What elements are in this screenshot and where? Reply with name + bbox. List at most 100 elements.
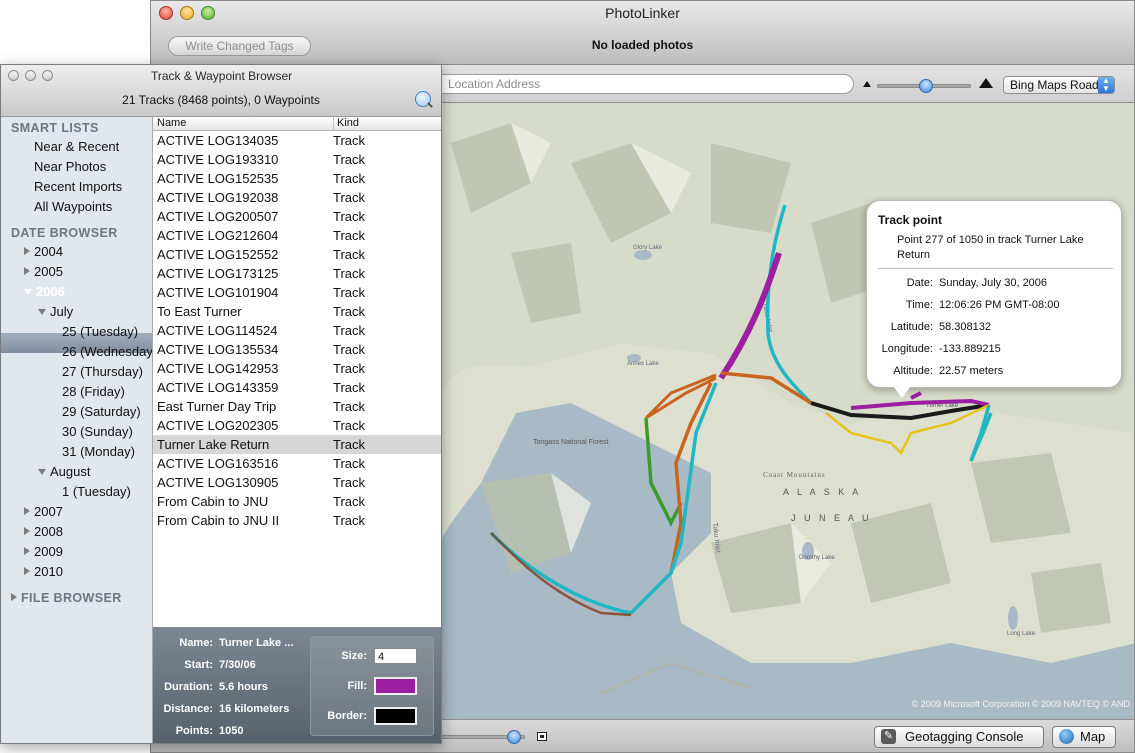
- date-browser-heading: DATE BROWSER: [11, 226, 118, 240]
- track-name: To East Turner: [157, 304, 242, 319]
- track-table: Name Kind ACTIVE LOG134035 Track ACTIVE L…: [153, 117, 441, 627]
- disclosure-right-icon[interactable]: [24, 547, 30, 555]
- zoom-slider-knob[interactable]: [919, 79, 933, 93]
- day-item[interactable]: 25 (Tuesday): [62, 324, 138, 339]
- year-2010-item[interactable]: 2010: [24, 564, 63, 579]
- year-2006-item[interactable]: 2006: [24, 284, 65, 299]
- long-lake: [1008, 606, 1018, 630]
- file-browser-heading[interactable]: FILE BROWSER: [11, 591, 122, 605]
- photo-status-text: No loaded photos: [591, 38, 694, 52]
- smart-list-near-recent[interactable]: Near & Recent: [34, 139, 119, 154]
- smart-list-recent-imports[interactable]: Recent Imports: [34, 179, 122, 194]
- annex-lake-label: Annex Lake: [627, 361, 659, 367]
- month-july-item[interactable]: July: [38, 304, 73, 319]
- table-row[interactable]: ACTIVE LOG134035 Track: [153, 131, 441, 150]
- track-kind: Track: [333, 190, 366, 205]
- track-name: ACTIVE LOG173125: [157, 266, 279, 281]
- track-kind: Track: [333, 304, 366, 319]
- browser-close-button[interactable]: [8, 70, 19, 81]
- disclosure-down-icon[interactable]: [24, 289, 32, 295]
- file-browser-label: FILE BROWSER: [21, 591, 122, 605]
- map-zoom-slider[interactable]: [877, 79, 971, 93]
- location-address-input[interactable]: Location Address: [421, 74, 854, 94]
- column-header-name[interactable]: Name: [157, 117, 186, 130]
- smart-list-all-waypoints[interactable]: All Waypoints: [34, 199, 112, 214]
- table-row[interactable]: ACTIVE LOG173125 Track: [153, 264, 441, 283]
- track-kind: Track: [333, 152, 366, 167]
- disclosure-right-icon[interactable]: [24, 247, 30, 255]
- smart-list-near-photos[interactable]: Near Photos: [34, 159, 106, 174]
- month-august-item[interactable]: August: [38, 464, 90, 479]
- track-name: ACTIVE LOG134035: [157, 133, 279, 148]
- table-row[interactable]: ACTIVE LOG193310 Track: [153, 150, 441, 169]
- disclosure-right-icon[interactable]: [24, 527, 30, 535]
- table-row[interactable]: ACTIVE LOG135534 Track: [153, 340, 441, 359]
- map-type-select[interactable]: Bing Maps Road ▲ ▼: [1003, 76, 1115, 94]
- year-2004-item[interactable]: 2004: [24, 244, 63, 259]
- browser-minimize-button[interactable]: [25, 70, 36, 81]
- day-item[interactable]: 29 (Saturday): [62, 404, 141, 419]
- day-item[interactable]: 31 (Monday): [62, 444, 135, 459]
- coast-mountains-label: Coast Mountains: [763, 471, 826, 479]
- table-row[interactable]: ACTIVE LOG202305 Track: [153, 416, 441, 435]
- year-2008-item[interactable]: 2008: [24, 524, 63, 539]
- points-label: Points:: [175, 725, 213, 737]
- map-button[interactable]: Map: [1052, 726, 1116, 748]
- photo-size-slider-knob[interactable]: [506, 730, 521, 744]
- disclosure-right-icon[interactable]: [24, 567, 30, 575]
- table-row[interactable]: To East Turner Track: [153, 302, 441, 321]
- table-row[interactable]: ACTIVE LOG200507 Track: [153, 207, 441, 226]
- table-row[interactable]: ACTIVE LOG101904 Track: [153, 283, 441, 302]
- day-item[interactable]: 28 (Friday): [62, 384, 125, 399]
- column-header-kind[interactable]: Kind: [333, 117, 359, 130]
- table-row[interactable]: ACTIVE LOG192038 Track: [153, 188, 441, 207]
- table-row[interactable]: ACTIVE LOG114524 Track: [153, 321, 441, 340]
- zoom-out-mountain-icon[interactable]: [863, 81, 871, 87]
- day-item[interactable]: 27 (Thursday): [62, 364, 143, 379]
- table-row[interactable]: ACTIVE LOG130905 Track: [153, 473, 441, 492]
- size-label: Size:: [341, 650, 367, 662]
- border-color-well[interactable]: [374, 707, 417, 725]
- day-item[interactable]: 30 (Sunday): [62, 424, 133, 439]
- year-2007-item[interactable]: 2007: [24, 504, 63, 519]
- table-row[interactable]: ACTIVE LOG212604 Track: [153, 226, 441, 245]
- duration-label: Duration:: [164, 681, 213, 693]
- table-row[interactable]: ACTIVE LOG152552 Track: [153, 245, 441, 264]
- zoom-in-mountain-icon[interactable]: [979, 78, 993, 88]
- glory-lake-label: Glory Lake: [633, 245, 663, 251]
- photo-size-slider[interactable]: [441, 730, 525, 744]
- browser-zoom-button[interactable]: [42, 70, 53, 81]
- map-type-value: Bing Maps Road: [1010, 78, 1099, 92]
- track-kind: Track: [333, 171, 366, 186]
- table-row[interactable]: East Turner Day Trip Track: [153, 397, 441, 416]
- table-row[interactable]: ACTIVE LOG143359 Track: [153, 378, 441, 397]
- track-waypoint-browser-window: Track & Waypoint Browser 21 Tracks (8468…: [0, 64, 442, 744]
- table-row[interactable]: ACTIVE LOG142953 Track: [153, 359, 441, 378]
- fill-color-well[interactable]: [374, 677, 417, 695]
- size-input[interactable]: 4: [374, 648, 417, 664]
- year-label: 2005: [34, 264, 63, 279]
- day-item[interactable]: 26 (Wednesday): [62, 344, 152, 359]
- table-row[interactable]: ACTIVE LOG163516 Track: [153, 454, 441, 473]
- disclosure-right-icon[interactable]: [11, 593, 17, 601]
- day-item[interactable]: 1 (Tuesday): [62, 484, 131, 499]
- table-row[interactable]: From Cabin to JNU Track: [153, 492, 441, 511]
- year-2009-item[interactable]: 2009: [24, 544, 63, 559]
- disclosure-down-icon[interactable]: [38, 309, 46, 315]
- track-name: ACTIVE LOG152535: [157, 171, 279, 186]
- track-name: ACTIVE LOG212604: [157, 228, 279, 243]
- disclosure-down-icon[interactable]: [38, 469, 46, 475]
- track-kind: Track: [333, 513, 366, 528]
- year-2005-item[interactable]: 2005: [24, 264, 63, 279]
- popover-description: Point 277 of 1050 in track Turner Lake R…: [897, 234, 1084, 261]
- month-label: July: [50, 304, 74, 319]
- magnifier-icon[interactable]: [415, 91, 431, 107]
- table-row[interactable]: ACTIVE LOG152535 Track: [153, 169, 441, 188]
- disclosure-right-icon[interactable]: [24, 507, 30, 515]
- table-row[interactable]: From Cabin to JNU II Track: [153, 511, 441, 530]
- longitude-value: -133.889215: [939, 343, 1001, 355]
- geotagging-console-button[interactable]: ✎ Geotagging Console: [874, 726, 1044, 748]
- time-value: 12:06:26 PM GMT-08:00: [939, 299, 1060, 311]
- table-row-selected[interactable]: Turner Lake Return Track: [153, 435, 441, 454]
- disclosure-right-icon[interactable]: [24, 267, 30, 275]
